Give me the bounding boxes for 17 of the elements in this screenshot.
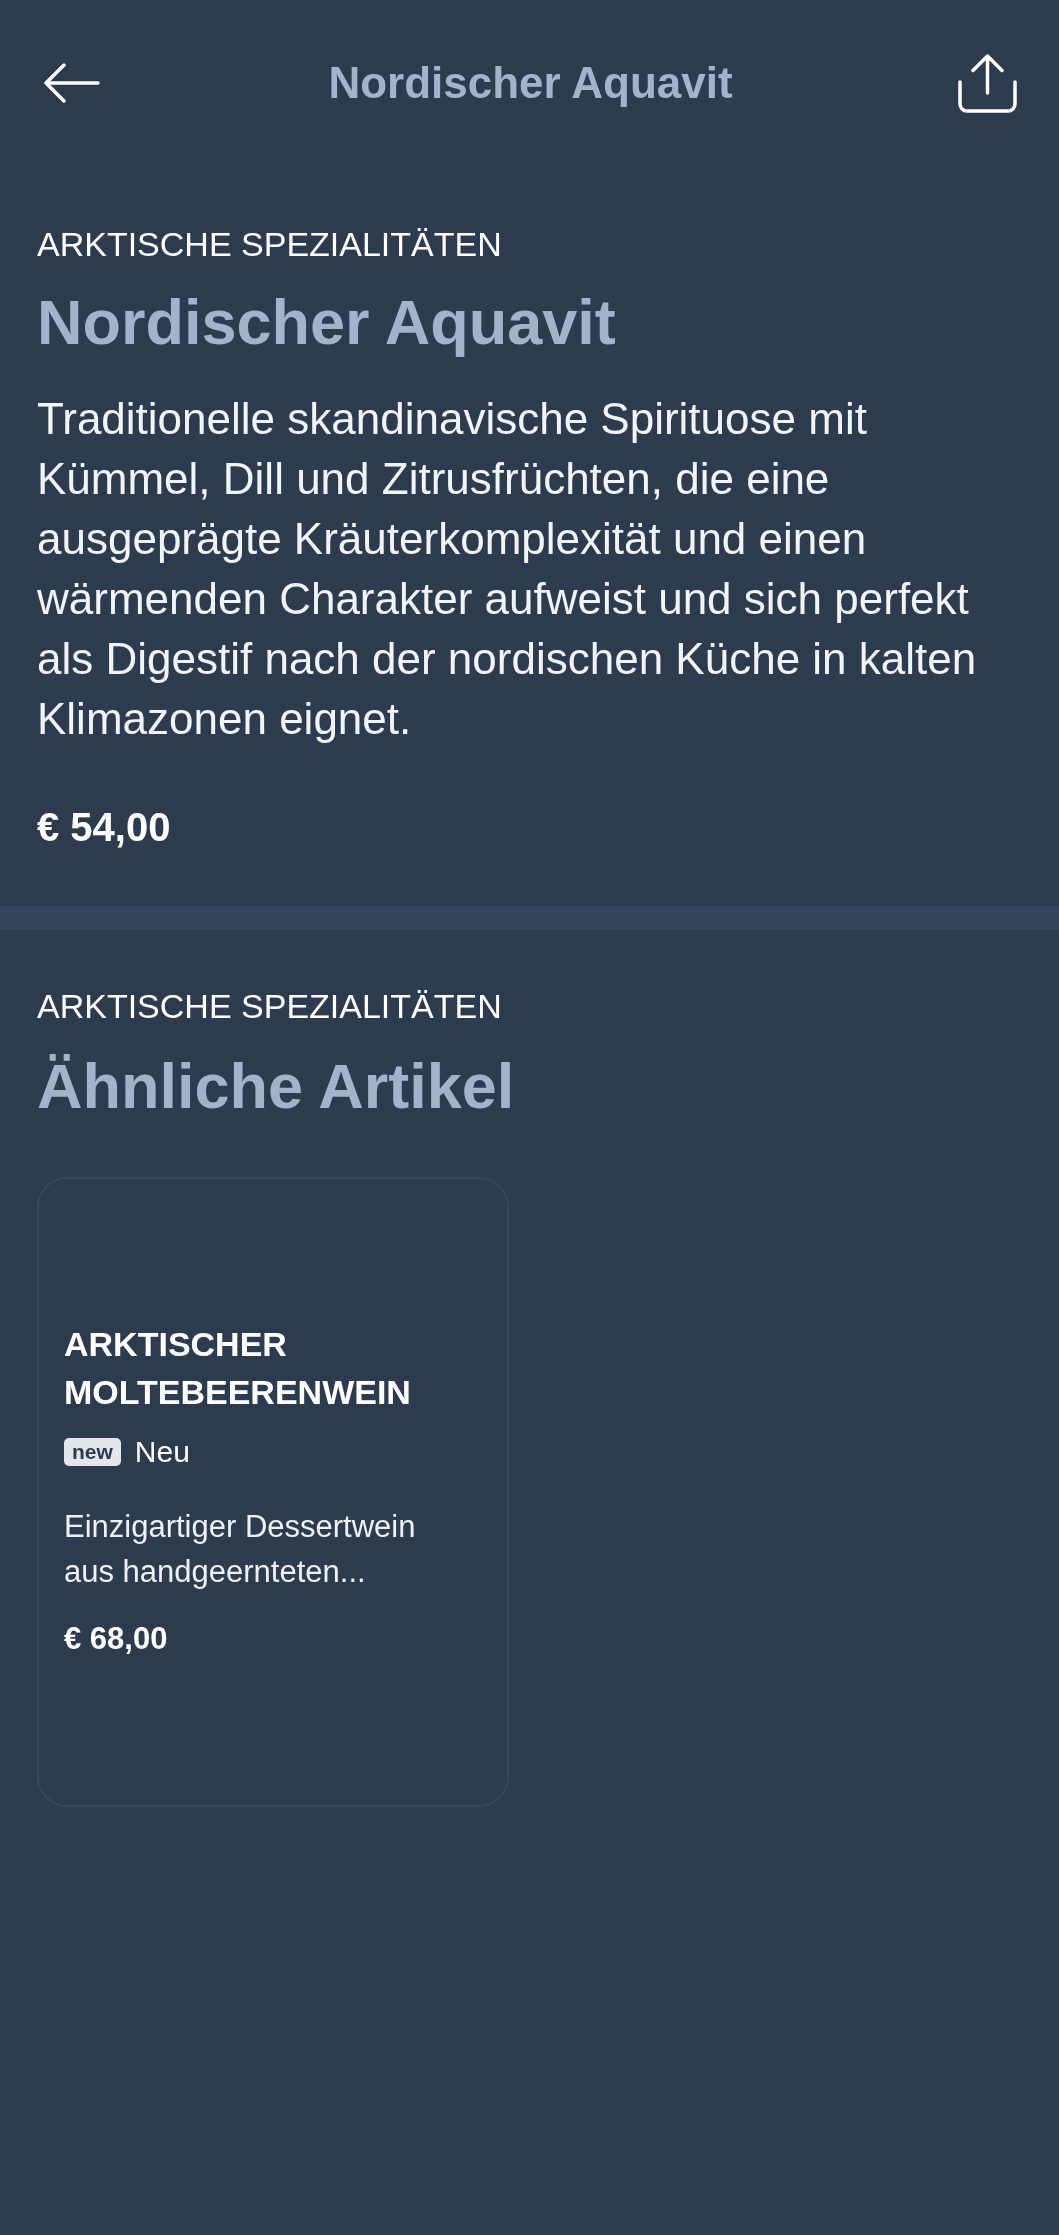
section-heading: Ähnliche Artikel [37, 1050, 515, 1123]
card-title: ARKTISCHER MOLTEBEERENWEIN [64, 1324, 412, 1413]
category-label: ARKTISCHE SPEZIALITÄTEN [37, 986, 502, 1026]
new-badge: new [64, 1438, 121, 1466]
product-title: Nordischer Aquavit [37, 286, 616, 359]
card-price: € 68,00 [64, 1620, 168, 1658]
status-label: Neu [134, 1434, 190, 1470]
product-description: Traditionelle skandinavische Spirituose mit Kümmel, Dill und Zitrusfrüchten, die eine ausgeprägte Kräuterkomplexität und einen wärmenden Charakter aufweist und sich perfekt als Digestif nach der nordischen Küche in kalten Klimazonen eignet. [37, 393, 978, 745]
share-icon [958, 53, 1017, 113]
product-price: € 54,00 [37, 804, 171, 851]
category-label: ARKTISCHE SPEZIALITÄTEN [37, 224, 502, 264]
arrow-left-icon [44, 63, 100, 103]
product-card[interactable]: ARKTISCHER MOLTEBEERENWEIN new Neu Einzigartiger Dessertwein aus handgeernteten... € 68,00 [37, 1177, 509, 1807]
back-button[interactable] [44, 63, 100, 103]
card-description: Einzigartiger Dessertwein aus handgeernteten... [64, 1508, 417, 1591]
header-title: Nordischer Aquavit [328, 57, 733, 109]
share-button[interactable] [958, 53, 1017, 113]
